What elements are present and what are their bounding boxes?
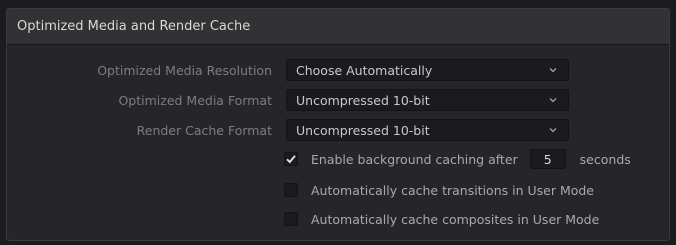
- cache-composites-checkbox[interactable]: [284, 212, 298, 226]
- resolution-row: Optimized Media Resolution Choose Automa…: [7, 59, 669, 81]
- format-row: Optimized Media Format Uncompressed 10-b…: [7, 89, 669, 111]
- render-cache-select[interactable]: Uncompressed 10-bit: [286, 119, 569, 141]
- cache-transitions-label: Automatically cache transitions in User …: [311, 182, 595, 198]
- seconds-label: seconds: [579, 151, 631, 167]
- format-label: Optimized Media Format: [118, 92, 272, 108]
- panel-header: Optimized Media and Render Cache: [7, 9, 669, 45]
- cache-transitions-checkbox[interactable]: [284, 183, 298, 197]
- background-caching-checkbox[interactable]: [284, 152, 298, 166]
- render-cache-label: Render Cache Format: [136, 122, 272, 138]
- format-value: Uncompressed 10-bit: [296, 92, 430, 108]
- background-caching-row: Enable background caching after seconds: [284, 149, 631, 169]
- background-caching-seconds-input[interactable]: [529, 149, 566, 169]
- background-caching-label: Enable background caching after: [311, 151, 518, 167]
- resolution-value: Choose Automatically: [296, 62, 433, 78]
- optimized-media-panel: Optimized Media and Render Cache Optimiz…: [6, 8, 670, 241]
- chevron-down-icon: [549, 128, 557, 133]
- resolution-select[interactable]: Choose Automatically: [286, 59, 569, 81]
- cache-composites-label: Automatically cache composites in User M…: [311, 211, 600, 227]
- render-cache-row: Render Cache Format Uncompressed 10-bit: [7, 119, 669, 141]
- cache-transitions-row: Automatically cache transitions in User …: [284, 180, 594, 200]
- checkmark-icon: [286, 155, 296, 164]
- panel-title: Optimized Media and Render Cache: [17, 19, 251, 34]
- resolution-label: Optimized Media Resolution: [97, 62, 272, 78]
- cache-composites-row: Automatically cache composites in User M…: [284, 209, 599, 229]
- chevron-down-icon: [549, 68, 557, 73]
- render-cache-value: Uncompressed 10-bit: [296, 122, 430, 138]
- chevron-down-icon: [549, 98, 557, 103]
- format-select[interactable]: Uncompressed 10-bit: [286, 89, 569, 111]
